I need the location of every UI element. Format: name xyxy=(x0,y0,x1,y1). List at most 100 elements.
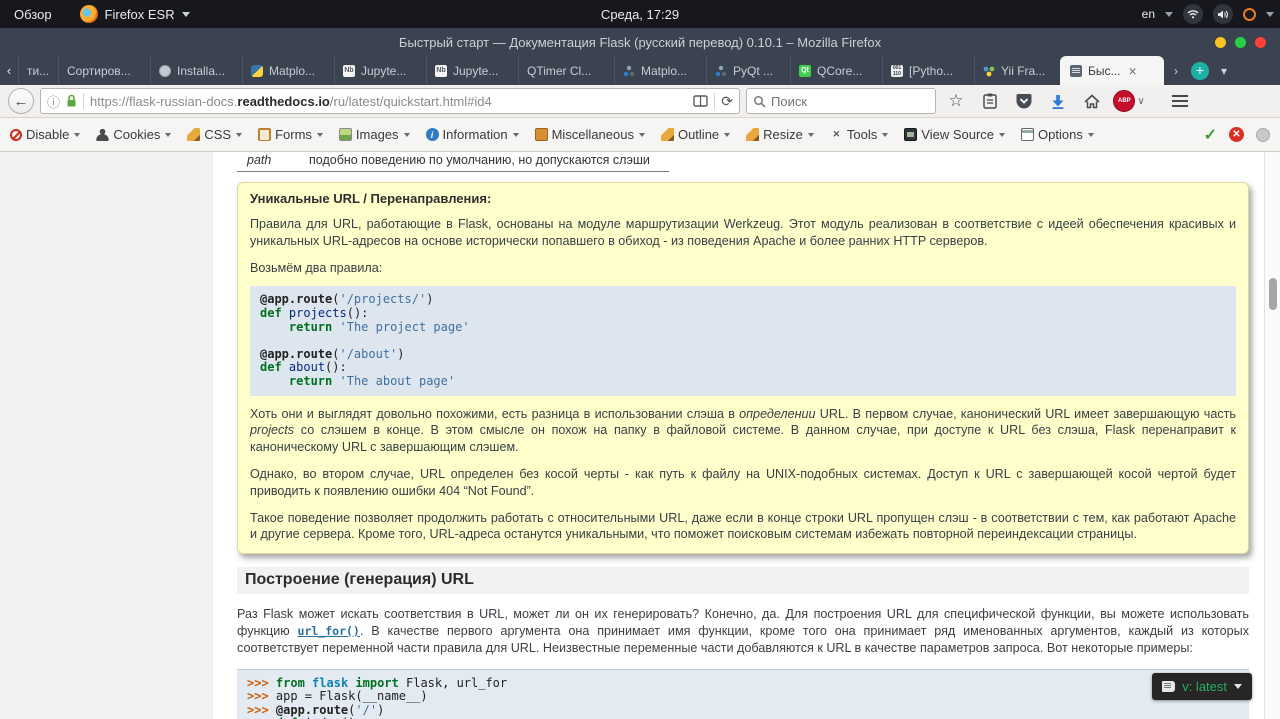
volume-icon[interactable] xyxy=(1213,4,1233,24)
tab-qcore[interactable]: Qt QCore... xyxy=(790,56,882,85)
tab-pyqt[interactable]: PyQt ... xyxy=(706,56,790,85)
notebook-icon: Nb xyxy=(343,64,355,77)
devbar-outline[interactable]: Outline xyxy=(660,127,731,142)
tab-label: QTimer Cl... xyxy=(527,63,592,78)
url-text[interactable]: https://flask-russian-docs.readthedocs.i… xyxy=(90,94,687,109)
tab-matplotlib-1[interactable]: Matplo... xyxy=(242,56,334,85)
devbar-cookies[interactable]: Cookies xyxy=(96,127,172,142)
version-flyout[interactable]: v: latest xyxy=(1152,673,1252,700)
url-bar[interactable]: ⓘ https://flask-russian-docs.readthedocs… xyxy=(40,88,740,114)
valid-check-icon[interactable]: ✓ xyxy=(1204,125,1217,145)
close-button[interactable] xyxy=(1255,36,1266,48)
table-row: path подобно поведению по умолчанию, но … xyxy=(237,152,669,172)
lock-icon[interactable] xyxy=(66,94,77,108)
devbar-disable[interactable]: Disable xyxy=(10,127,81,142)
app-menu[interactable]: Firefox ESR xyxy=(66,0,204,28)
search-icon xyxy=(753,95,766,108)
window-title: Быстрый старт — Документация Flask (русс… xyxy=(398,34,882,50)
tab-sortirov[interactable]: Сортиров... xyxy=(58,56,150,85)
keyboard-layout[interactable]: en xyxy=(1142,7,1155,21)
activities-button[interactable]: Обзор xyxy=(0,0,66,28)
tab-label: QCore... xyxy=(817,63,863,78)
browser-viewport: path подобно поведению по умолчанию, но … xyxy=(0,152,1280,719)
tab-label: Сортиров... xyxy=(67,63,131,78)
tab-ti[interactable]: ти... xyxy=(18,56,58,85)
back-button[interactable]: ← xyxy=(8,88,34,114)
devbar-label: Information xyxy=(442,127,508,142)
tab-matplotlib-2[interactable]: Matplo... xyxy=(614,56,706,85)
chevron-down-icon xyxy=(1087,132,1094,137)
devbar-information[interactable]: i Information xyxy=(425,127,519,142)
wifi-icon[interactable] xyxy=(1183,4,1203,24)
devbar-images[interactable]: Images xyxy=(338,127,410,142)
tab-label: Jupyte... xyxy=(361,63,407,78)
tab-label: Jupyte... xyxy=(453,63,499,78)
new-tab-button[interactable]: + xyxy=(1188,56,1212,85)
bookmarks-menu-icon[interactable] xyxy=(976,88,1004,114)
home-icon[interactable] xyxy=(1078,88,1106,114)
binary-doc-icon: 001 110 xyxy=(891,64,903,77)
paragraph: Хоть они и выглядят довольно похожими, е… xyxy=(250,406,1236,456)
tab-python-docs[interactable]: 001 110 [Pytho... xyxy=(882,56,974,85)
system-top-bar: Обзор Firefox ESR Среда, 17:29 en xyxy=(0,0,1280,28)
plus-icon: + xyxy=(1191,61,1209,80)
tab-jupyter-2[interactable]: Nb Jupyte... xyxy=(426,56,518,85)
scrollbar[interactable] xyxy=(1264,152,1280,719)
devbar-view-source[interactable]: View Source xyxy=(904,127,1006,142)
devbar-forms[interactable]: Forms xyxy=(258,127,323,142)
page-info-icon[interactable]: ⓘ xyxy=(47,92,60,111)
neutral-status-icon[interactable] xyxy=(1256,127,1270,142)
table-term: path xyxy=(247,153,272,167)
devbar-label: Options xyxy=(1038,127,1083,142)
adblock-button[interactable]: ABP ∨ xyxy=(1112,88,1146,114)
maximize-button[interactable] xyxy=(1235,36,1246,48)
tab-close-icon[interactable]: × xyxy=(1129,63,1137,79)
chevron-down-icon xyxy=(724,132,731,137)
code-block: >>> from flask import Flask, url_for >>> … xyxy=(237,668,1249,719)
devbar-label: Forms xyxy=(275,127,312,142)
tab-installa[interactable]: Installa... xyxy=(150,56,242,85)
code-line: def projects(): xyxy=(260,305,369,320)
tab-yii[interactable]: Yii Fra... xyxy=(974,56,1060,85)
tab-label: Быс... xyxy=(1088,63,1121,78)
devbar-miscellaneous[interactable]: Miscellaneous xyxy=(534,127,645,142)
search-box[interactable] xyxy=(746,88,936,114)
chevron-down-icon[interactable] xyxy=(1266,11,1274,17)
devbar-css[interactable]: CSS xyxy=(187,127,243,142)
devbar-options[interactable]: Options xyxy=(1021,127,1094,142)
tab-qtimer[interactable]: QTimer Cl... xyxy=(518,56,614,85)
pocket-icon[interactable] xyxy=(1010,88,1038,114)
paragraph: Такое поведение позволяет продолжить раб… xyxy=(250,510,1236,542)
globe-icon xyxy=(159,64,171,77)
tab-scroll-right[interactable]: › xyxy=(1164,56,1188,85)
tab-jupyter-1[interactable]: Nb Jupyte... xyxy=(334,56,426,85)
yii-icon xyxy=(983,65,995,77)
tab-quickstart-active[interactable]: Быс... × xyxy=(1060,56,1164,85)
bookmark-star-icon[interactable]: ☆ xyxy=(942,88,970,114)
reload-icon[interactable]: ⟳ xyxy=(721,93,733,110)
webdeveloper-toolbar: Disable Cookies CSS Forms Images i Inform… xyxy=(0,118,1280,152)
notebook-icon: Nb xyxy=(435,64,447,77)
scrollbar-thumb[interactable] xyxy=(1269,278,1277,310)
battery-icon[interactable] xyxy=(1243,7,1256,21)
url-for-link[interactable]: url_for() xyxy=(298,624,360,638)
devbar-tools[interactable]: ✕ Tools xyxy=(830,127,889,142)
pencil-icon xyxy=(187,128,201,141)
terminal-icon xyxy=(904,128,918,141)
chevron-down-icon xyxy=(165,132,172,137)
window-controls xyxy=(1215,28,1266,56)
tab-scroll-left[interactable]: ‹ xyxy=(0,56,18,85)
menu-button[interactable] xyxy=(1166,88,1194,114)
section-heading: Построение (генерация) URL xyxy=(237,567,1249,595)
search-input[interactable] xyxy=(771,93,901,109)
chevron-down-icon xyxy=(74,132,81,137)
code-line: @app.route('/projects/') xyxy=(260,292,434,307)
devbar-status: ✓ ✕ xyxy=(1204,125,1270,145)
error-icon[interactable]: ✕ xyxy=(1229,127,1244,142)
minimize-button[interactable] xyxy=(1215,36,1226,48)
download-icon[interactable] xyxy=(1044,88,1072,114)
clock[interactable]: Среда, 17:29 xyxy=(601,0,679,28)
reader-mode-icon[interactable] xyxy=(693,95,708,107)
tab-overflow-button[interactable]: ▾ xyxy=(1212,56,1236,85)
devbar-resize[interactable]: Resize xyxy=(746,127,814,142)
